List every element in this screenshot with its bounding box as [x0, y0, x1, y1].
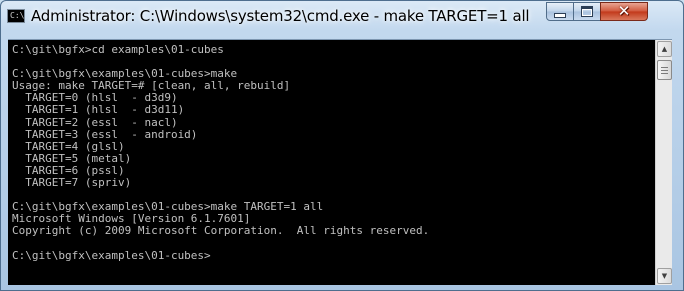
console-line: TARGET=2 (essl - nacl) [12, 115, 178, 129]
scroll-up-button[interactable]: ▲ [657, 41, 672, 57]
grip-line [661, 67, 668, 68]
console-line: TARGET=7 (spriv) [12, 176, 132, 190]
scroll-up-icon: ▲ [661, 45, 668, 53]
console-line: C:\git\bgfx\examples\01-cubes> [12, 248, 211, 262]
close-button[interactable]: ✕ [600, 2, 648, 21]
scroll-down-button[interactable]: ▼ [657, 268, 672, 284]
close-icon: ✕ [617, 2, 631, 20]
console-area[interactable]: C:\git\bgfx>cd examples\01-cubes C:\git\b… [8, 39, 672, 285]
console-line: TARGET=3 (essl - android) [12, 127, 198, 141]
console-output[interactable]: C:\git\bgfx>cd examples\01-cubes C:\git\b… [8, 40, 653, 285]
grip-line [661, 73, 668, 74]
title-bar[interactable]: C:\ Administrator: C:\Windows\system32\c… [1, 1, 683, 31]
cmd-icon-text: C:\ [10, 11, 25, 20]
maximize-icon [581, 6, 593, 17]
minimize-icon [554, 12, 566, 18]
console-line: Copyright (c) 2009 Microsoft Corporation… [12, 224, 430, 238]
vertical-scrollbar[interactable]: ▲ ▼ [655, 40, 672, 285]
grip-line [661, 70, 668, 71]
console-line: TARGET=1 (hlsl - d3d11) [12, 103, 185, 117]
cmd-window: C:\ Administrator: C:\Windows\system32\c… [0, 0, 684, 291]
minimize-button[interactable] [546, 2, 574, 21]
maximize-button[interactable] [573, 2, 601, 21]
window-title: Administrator: C:\Windows\system32\cmd.e… [31, 7, 530, 25]
cmd-icon[interactable]: C:\ [7, 9, 25, 23]
scroll-down-icon: ▼ [661, 272, 668, 280]
scroll-thumb[interactable] [657, 60, 672, 80]
console-line: C:\git\bgfx>cd examples\01-cubes [12, 43, 224, 56]
